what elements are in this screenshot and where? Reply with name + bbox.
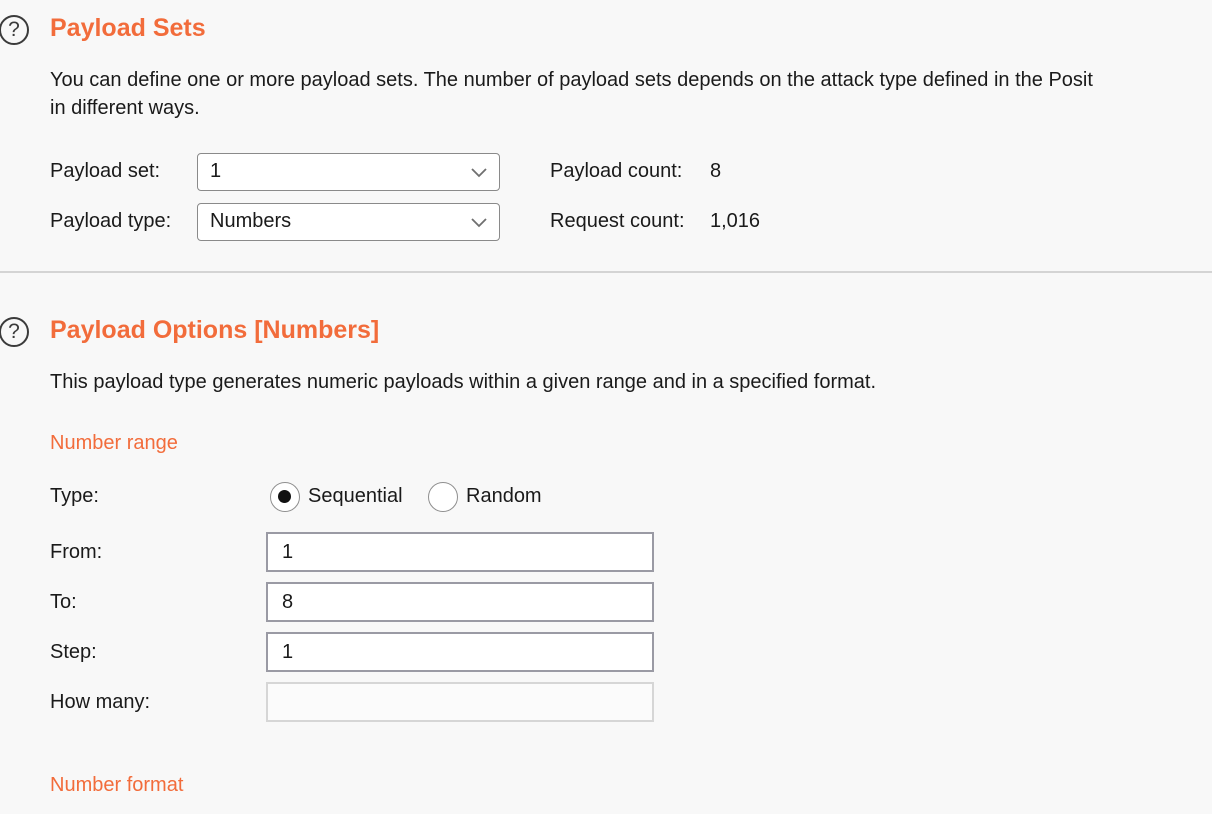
random-radio[interactable] <box>428 482 458 512</box>
number-format-heading: Number format <box>50 774 184 796</box>
chevron-down-icon <box>471 168 487 178</box>
chevron-down-icon <box>471 218 487 228</box>
burp-intruder-payloads-panel: ? Payload Sets You can define one or mor… <box>0 0 1212 814</box>
how-many-label: How many: <box>50 691 151 713</box>
sequential-radio[interactable] <box>270 482 300 512</box>
to-label: To: <box>50 591 77 613</box>
from-input[interactable]: 1 <box>266 532 654 572</box>
payload-sets-description-line1: You can define one or more payload sets.… <box>50 69 1093 91</box>
payload-sets-description-line2: in different ways. <box>50 97 200 119</box>
from-label: From: <box>50 541 103 563</box>
number-range-heading: Number range <box>50 432 178 454</box>
payload-set-value: 1 <box>210 160 222 182</box>
request-count-label: Request count: <box>550 210 685 232</box>
step-input[interactable]: 1 <box>266 632 654 672</box>
payload-sets-title: Payload Sets <box>50 14 206 42</box>
payload-set-label: Payload set: <box>50 160 161 182</box>
payload-options-description: This payload type generates numeric payl… <box>50 371 877 393</box>
section-divider <box>0 271 1212 273</box>
payload-options-title: Payload Options [Numbers] <box>50 316 380 344</box>
payload-count-value: 8 <box>710 160 722 182</box>
payload-type-dropdown[interactable]: Numbers <box>197 203 500 241</box>
payload-count-label: Payload count: <box>550 160 683 182</box>
how-many-input <box>266 682 654 722</box>
request-count-value: 1,016 <box>710 210 761 232</box>
help-circle-icon[interactable]: ? <box>0 15 29 45</box>
payload-type-label: Payload type: <box>50 210 172 232</box>
payload-set-dropdown[interactable]: 1 <box>197 153 500 191</box>
step-label: Step: <box>50 641 97 663</box>
payload-type-value: Numbers <box>210 210 292 232</box>
to-input[interactable]: 8 <box>266 582 654 622</box>
type-label: Type: <box>50 485 99 507</box>
help-circle-icon[interactable]: ? <box>0 317 29 347</box>
random-label[interactable]: Random <box>466 485 542 508</box>
sequential-label[interactable]: Sequential <box>308 485 403 508</box>
